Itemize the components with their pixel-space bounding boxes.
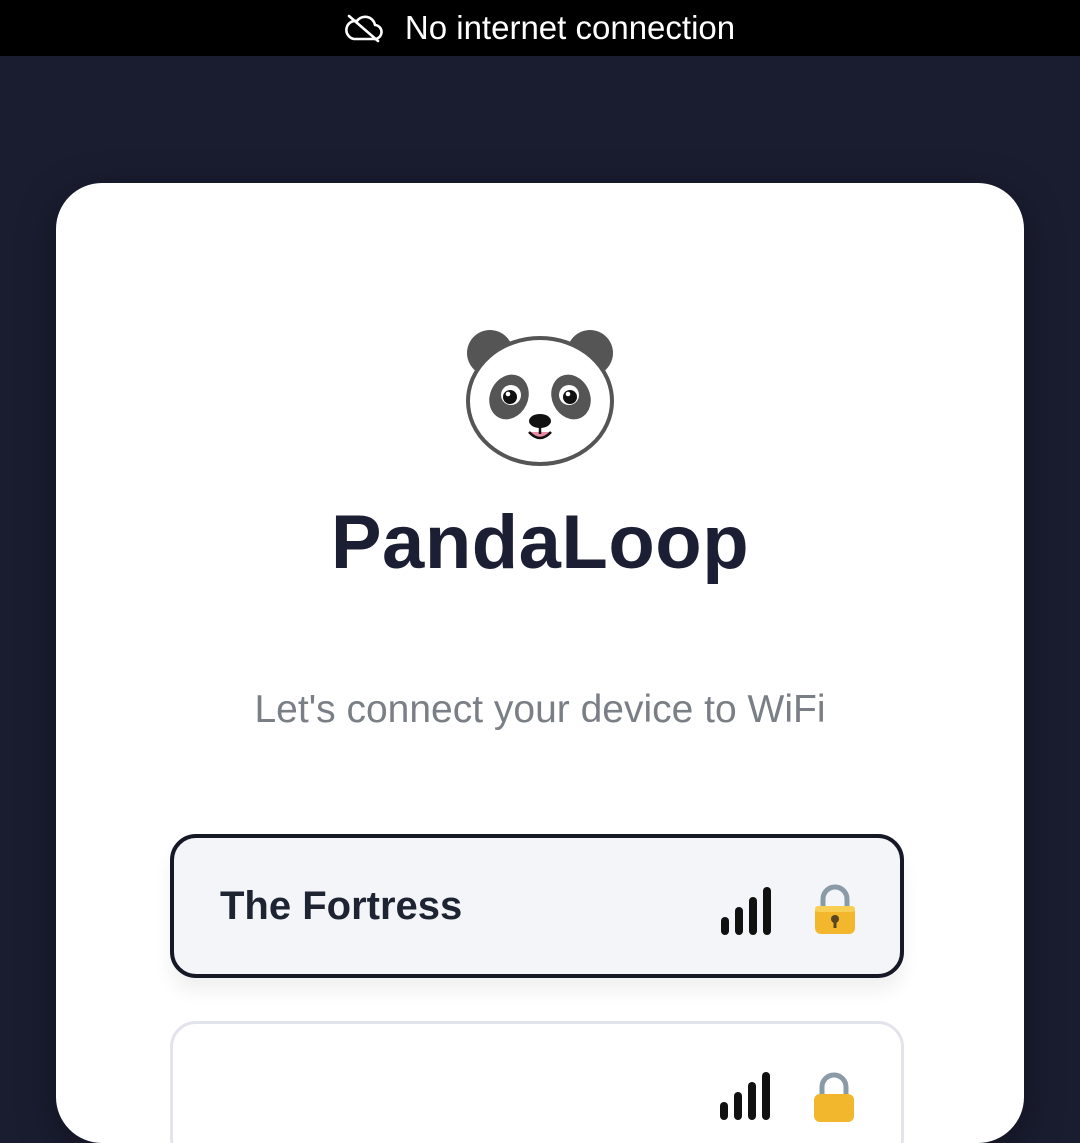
status-message: No internet connection xyxy=(404,9,736,46)
status-bar: No internet connection xyxy=(0,0,1080,56)
panda-icon xyxy=(466,330,614,466)
app-title: PandaLoop xyxy=(330,500,750,585)
network-item[interactable] xyxy=(170,1021,904,1143)
cloud-off-icon xyxy=(345,14,383,43)
network-name: The Fortress xyxy=(220,883,463,928)
signal-strength-icon xyxy=(721,887,771,935)
wifi-setup-card: PandaLoop Let's connect your device to W… xyxy=(56,183,1024,1143)
subtitle: Let's connect your device to WiFi xyxy=(254,688,826,731)
lock-icon xyxy=(815,884,855,934)
network-item-the-fortress[interactable]: The Fortress xyxy=(170,834,904,978)
signal-strength-icon xyxy=(720,1072,770,1120)
